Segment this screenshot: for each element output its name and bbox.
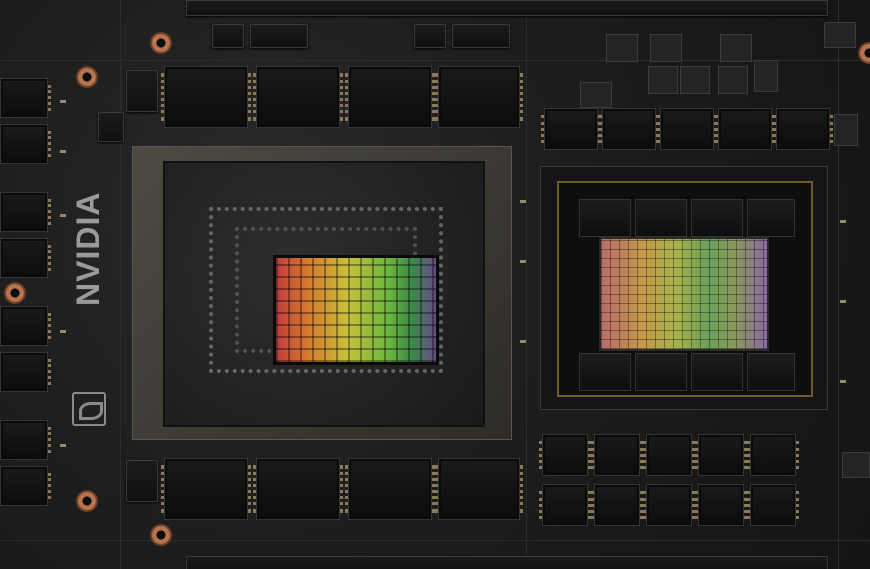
power-module — [591, 434, 643, 476]
power-module — [747, 434, 799, 476]
mounting-hole-icon — [76, 66, 98, 88]
power-stage — [718, 66, 748, 94]
memory-chip — [253, 458, 343, 520]
memory-chip — [0, 306, 51, 346]
controller-chip — [126, 460, 158, 502]
trace — [120, 0, 121, 569]
power-module — [715, 108, 775, 150]
cpu-die — [273, 255, 439, 365]
memory-chip — [435, 66, 523, 128]
power-module — [643, 434, 695, 476]
power-stage — [580, 82, 612, 108]
memory-chip — [345, 458, 435, 520]
memory-chip — [161, 66, 251, 128]
trace — [0, 540, 870, 541]
memory-chip — [435, 458, 523, 520]
hbm-stack — [691, 353, 743, 391]
gpu-package — [540, 166, 828, 410]
hbm-stack — [635, 199, 687, 237]
memory-chip — [253, 66, 343, 128]
capacitor — [520, 200, 526, 203]
capacitor — [60, 100, 66, 103]
trace — [526, 0, 527, 569]
memory-chip — [0, 238, 51, 278]
power-module — [599, 108, 659, 150]
mounting-hole-icon — [4, 282, 26, 304]
hbm-stack — [579, 353, 631, 391]
power-module — [657, 108, 717, 150]
capacitor — [520, 340, 526, 343]
capacitor — [840, 300, 846, 303]
memory-chip — [0, 352, 51, 392]
memory-chip — [0, 124, 51, 164]
circuit-board: NVIDIA — [0, 0, 870, 569]
memory-chip — [161, 458, 251, 520]
hbm-stack — [691, 199, 743, 237]
power-module — [773, 108, 833, 150]
hbm-stack — [635, 353, 687, 391]
nvidia-eye-logo-icon — [72, 392, 106, 426]
power-stage — [754, 60, 778, 92]
capacitor — [60, 444, 66, 447]
gpu-stiffener-frame — [557, 181, 813, 397]
power-module — [747, 484, 799, 526]
bottom-edge-connector — [186, 556, 828, 569]
hbm-stack — [747, 199, 795, 237]
power-stage — [720, 34, 752, 62]
power-stage — [680, 66, 710, 94]
cpu-substrate — [163, 161, 485, 427]
capacitor — [60, 214, 66, 217]
capacitor — [520, 260, 526, 263]
power-stage — [648, 66, 678, 94]
trace — [838, 0, 839, 569]
mounting-hole-icon — [150, 524, 172, 546]
power-module — [643, 484, 695, 526]
power-stage — [842, 452, 870, 478]
nvidia-wordmark: NVIDIA — [70, 191, 106, 306]
capacitor — [60, 330, 66, 333]
capacitor — [840, 220, 846, 223]
cpu-package — [132, 146, 512, 440]
power-stage — [606, 34, 638, 62]
power-module — [539, 484, 591, 526]
power-stage — [650, 34, 682, 62]
power-module — [539, 434, 591, 476]
controller-chip — [414, 24, 446, 48]
memory-chip — [0, 466, 51, 506]
memory-chip — [345, 66, 435, 128]
hbm-stack — [747, 353, 795, 391]
memory-chip — [0, 78, 51, 118]
memory-chip — [0, 192, 51, 232]
controller-chip — [452, 24, 510, 48]
capacitor — [840, 380, 846, 383]
power-module — [695, 434, 747, 476]
mounting-hole-icon — [76, 490, 98, 512]
controller-chip — [126, 70, 158, 112]
power-module — [695, 484, 747, 526]
power-module — [541, 108, 601, 150]
top-edge-connector — [186, 0, 828, 16]
gpu-die — [599, 237, 769, 351]
power-module — [591, 484, 643, 526]
controller-chip — [250, 24, 308, 48]
controller-chip — [212, 24, 244, 48]
controller-chip — [98, 112, 124, 142]
power-stage — [824, 22, 856, 48]
capacitor — [60, 150, 66, 153]
power-stage — [834, 114, 858, 146]
mounting-hole-icon — [150, 32, 172, 54]
memory-chip — [0, 420, 51, 460]
hbm-stack — [579, 199, 631, 237]
